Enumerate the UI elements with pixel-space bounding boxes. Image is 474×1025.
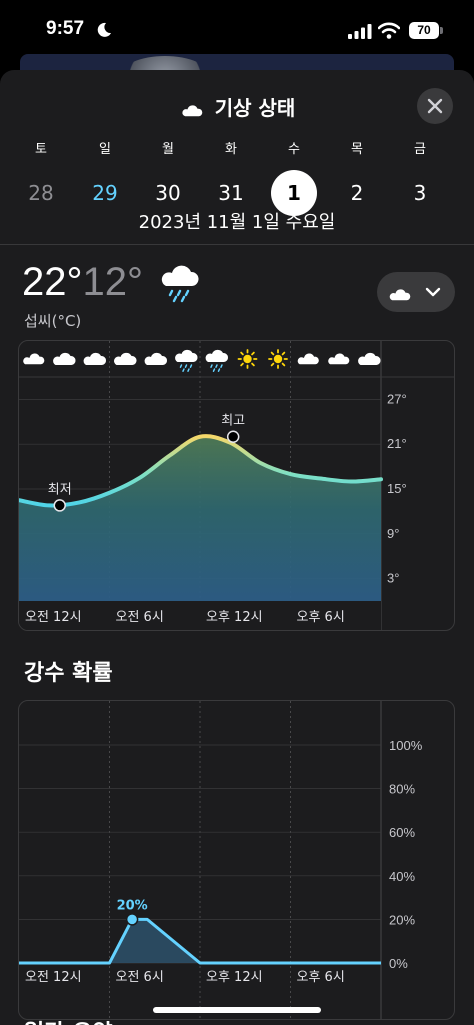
- sheet-title: 기상 상태: [0, 92, 474, 121]
- y-tick-label: 21°: [387, 436, 407, 451]
- sun-icon: [268, 349, 288, 369]
- y-tick-label: 60%: [389, 825, 415, 840]
- cellular-signal-icon: [348, 24, 372, 39]
- weekday-label: 목: [351, 142, 363, 157]
- temperature-unit: 섭씨(°C): [24, 312, 82, 330]
- y-tick-label: 100%: [389, 738, 423, 753]
- cloud-moon-icon: [326, 350, 351, 366]
- cloud-icon: [53, 352, 76, 365]
- x-tick-label: 오전 12시: [25, 610, 82, 625]
- y-tick-label: 3°: [387, 571, 399, 586]
- high-marker-label: 최고: [221, 414, 245, 429]
- chart-type-picker[interactable]: [377, 272, 455, 312]
- sheet-title-text: 기상 상태: [214, 96, 296, 120]
- high-temperature: 22°: [22, 260, 83, 304]
- cloud-moon-icon: [180, 100, 206, 118]
- home-indicator[interactable]: [153, 1007, 321, 1013]
- cloud-rain-icon: [205, 349, 229, 372]
- chevron-down-icon: [425, 287, 441, 297]
- x-tick-label: 오후 12시: [206, 610, 263, 625]
- daily-summary-title: 일간 요약: [24, 1015, 113, 1025]
- peak-marker-label: 20%: [117, 898, 148, 913]
- divider: [0, 244, 474, 245]
- y-tick-label: 9°: [387, 526, 399, 541]
- cloud-icon: [114, 352, 137, 365]
- x-tick-label: 오전 6시: [116, 970, 164, 985]
- cloud-moon-icon: [296, 350, 321, 366]
- y-tick-label: 20%: [389, 912, 415, 927]
- y-tick-label: 27°: [387, 391, 407, 406]
- battery-indicator: 70: [409, 22, 439, 39]
- precipitation-chart: 100% 80% 60% 40% 20% 0% 오전 12시 오전 6시 오후 12시 오후 6시…: [18, 700, 455, 1020]
- cloud-rain-icon: [161, 265, 199, 303]
- weekday-label: 화: [225, 142, 237, 157]
- weekday-label: 월: [162, 142, 174, 157]
- temperature-summary: 22°12°: [22, 260, 143, 305]
- conditions-sheet: 기상 상태 토 28 일 29 월 30 화 31 수 1 목 2 금 3 2023년 11월 1일 수요…: [0, 70, 474, 1025]
- close-button[interactable]: [417, 88, 453, 124]
- y-tick-label: 0%: [389, 956, 408, 971]
- close-icon: [427, 98, 443, 114]
- weekday-label: 금: [414, 142, 426, 157]
- x-tick-label: 오후 6시: [297, 970, 345, 985]
- battery-nub: [440, 27, 443, 34]
- temperature-area: [19, 436, 381, 601]
- status-bar: 9:57 70: [0, 0, 474, 62]
- cloud-rain-icon: [175, 349, 198, 372]
- y-tick-label: 80%: [389, 782, 415, 797]
- low-temperature: 12°: [82, 260, 144, 304]
- weekday-label: 토: [35, 142, 47, 157]
- moon-icon: [97, 22, 111, 37]
- temperature-chart-svg: 27° 21° 15° 9° 3° 오전 12시 오전 6시 오후 12시 오후 6시 최저 최고: [19, 341, 454, 630]
- low-marker-label: 최저: [48, 482, 72, 497]
- cloud-icon: [83, 352, 107, 365]
- weekday-label: 수: [288, 142, 300, 157]
- x-tick-label: 오전 6시: [116, 610, 164, 625]
- wifi-icon: [378, 22, 400, 39]
- precipitation-chart-svg: 100% 80% 60% 40% 20% 0% 오전 12시 오전 6시 오후 12시 오후 6시…: [19, 701, 423, 1019]
- y-tick-label: 40%: [389, 869, 415, 884]
- cloud-icon: [144, 352, 168, 365]
- y-tick-label: 15°: [387, 481, 407, 496]
- x-tick-label: 오전 12시: [25, 970, 82, 985]
- temperature-chart: 27° 21° 15° 9° 3° 오전 12시 오전 6시 오후 12시 오후 6시 최저 최고: [18, 340, 455, 631]
- cloud-moon-icon: [389, 283, 414, 302]
- high-marker: [226, 430, 240, 443]
- cloud-icon: [358, 352, 381, 365]
- precipitation-title: 강수 확률: [24, 661, 113, 686]
- low-marker: [53, 499, 66, 512]
- x-tick-label: 오후 6시: [297, 610, 345, 625]
- selected-date: 2023년 11월 1일 수요일: [138, 212, 336, 233]
- sun-icon: [237, 349, 258, 369]
- status-time: 9:57: [46, 18, 85, 39]
- peak-marker: [125, 913, 139, 926]
- x-tick-label: 오후 12시: [206, 970, 263, 985]
- weekday-label: 일: [99, 142, 111, 157]
- cloud-moon-icon: [21, 350, 46, 366]
